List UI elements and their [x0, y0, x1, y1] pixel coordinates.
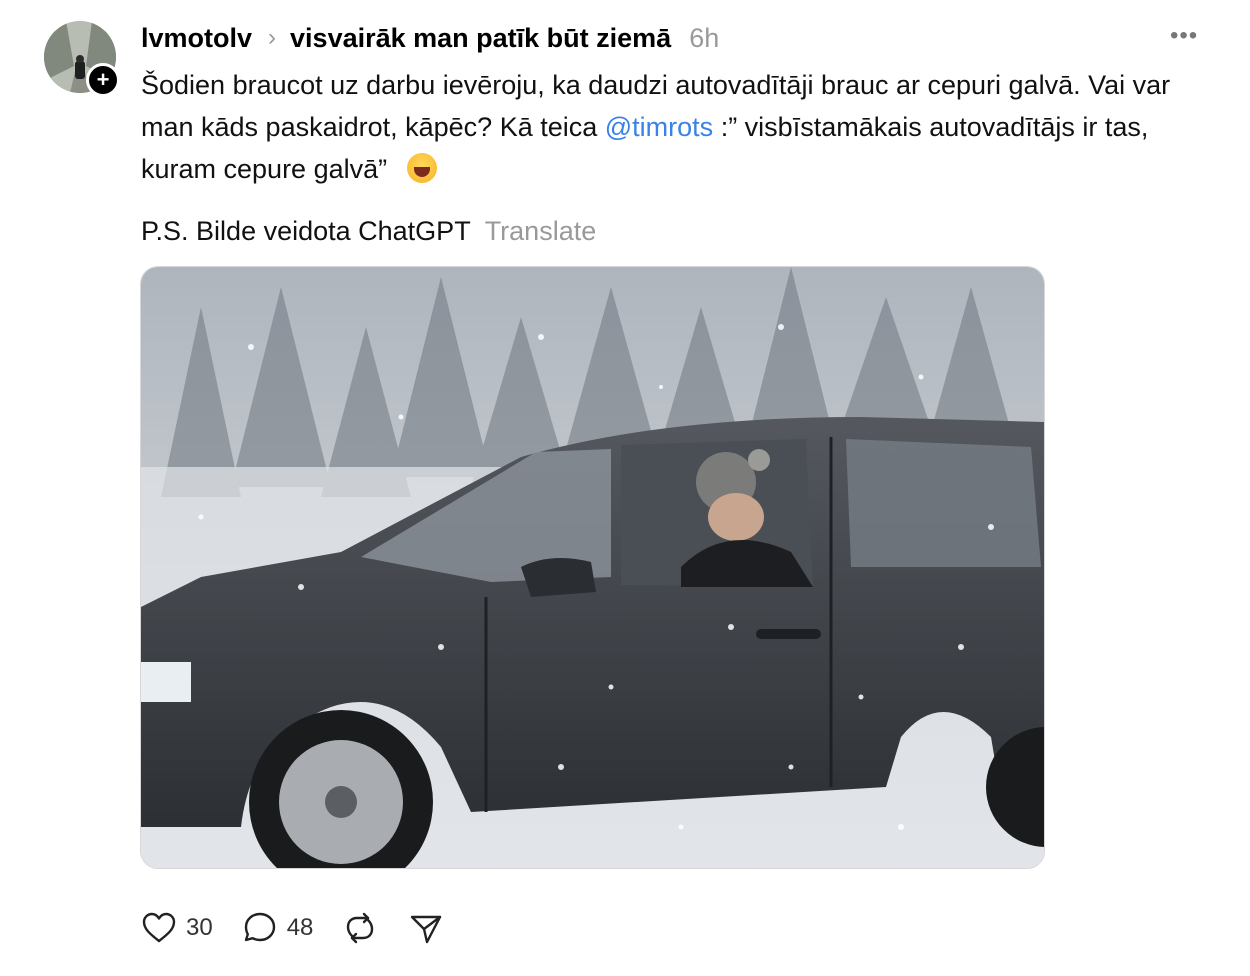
like-count: 30 — [186, 914, 213, 941]
repost-button[interactable] — [341, 909, 379, 947]
ps-text: P.S. Bilde veidota ChatGPT — [141, 216, 471, 246]
more-icon[interactable]: ••• — [1170, 24, 1202, 48]
plus-icon: + — [96, 67, 110, 92]
repost-icon — [341, 909, 379, 947]
post-header: lvmotolv › visvairāk man patīk būt ziemā… — [141, 18, 719, 58]
laughing-emoji-icon — [406, 153, 437, 183]
share-button[interactable] — [407, 909, 445, 947]
post-image[interactable] — [140, 266, 1045, 869]
translate-button[interactable]: Translate — [485, 216, 597, 246]
like-button[interactable]: 30 — [140, 909, 213, 947]
mention-link[interactable]: @timrots — [605, 112, 713, 142]
comment-icon — [241, 909, 279, 947]
chevron-right-icon: › — [268, 24, 277, 51]
topic-link[interactable]: visvairāk man patīk būt ziemā — [290, 23, 671, 54]
send-icon — [407, 909, 445, 947]
follow-button[interactable]: + — [86, 63, 120, 97]
username-link[interactable]: lvmotolv — [141, 23, 252, 54]
action-bar: 30 48 — [140, 906, 473, 950]
post-timestamp[interactable]: 6h — [689, 23, 719, 54]
heart-icon — [140, 909, 178, 947]
post-text: Šodien braucot uz darbu ievēroju, ka dau… — [141, 64, 1201, 190]
reply-button[interactable]: 48 — [241, 909, 314, 947]
reply-count: 48 — [286, 914, 314, 941]
post-ps-line: P.S. Bilde veidota ChatGPT Translate — [141, 210, 596, 252]
